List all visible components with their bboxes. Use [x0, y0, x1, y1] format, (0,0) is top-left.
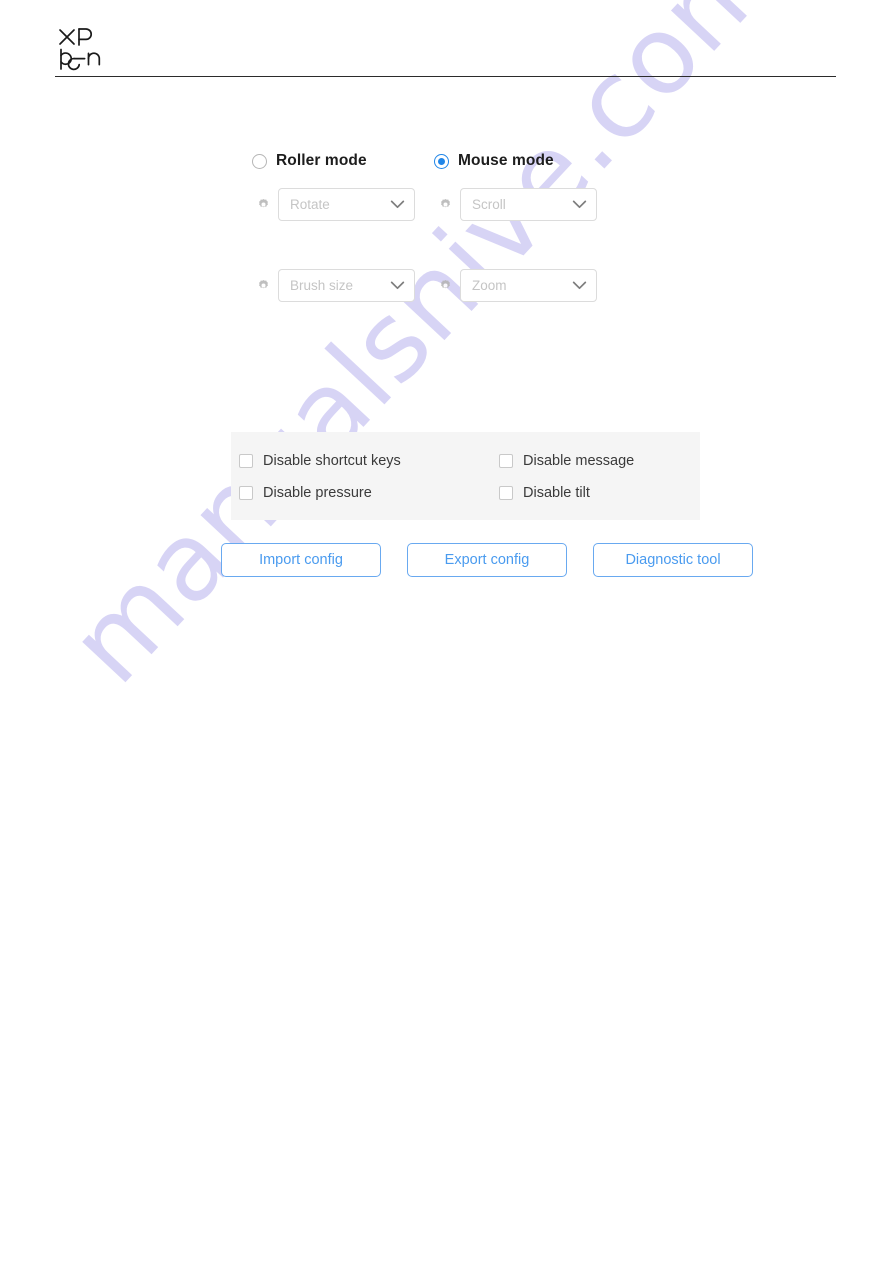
gear-icon — [439, 279, 452, 292]
select-roller-action-1[interactable]: Rotate — [278, 188, 415, 221]
checkbox-option-disable-shortcut-keys[interactable]: Disable shortcut keys — [239, 453, 401, 469]
export-config-button[interactable]: Export config — [407, 543, 567, 577]
select-roller-action-1-value: Rotate — [290, 197, 330, 212]
watermark-text: manualshive.com — [46, 0, 799, 708]
chevron-down-icon — [572, 200, 587, 209]
mouse-setting-row-1: Scroll — [439, 188, 597, 221]
gear-icon — [257, 198, 270, 211]
disable-options-panel: Disable shortcut keys Disable message Di… — [231, 432, 700, 520]
radio-option-mouse-mode[interactable]: Mouse mode — [434, 150, 694, 172]
header-divider — [55, 76, 836, 77]
checkbox-label-disable-shortcut-keys: Disable shortcut keys — [263, 453, 401, 469]
import-config-button[interactable]: Import config — [221, 543, 381, 577]
roller-setting-row-1: Rotate — [257, 188, 415, 221]
mouse-setting-row-2: Zoom — [439, 269, 597, 302]
mode-section: Roller mode Rotate Brush size Mouse mode… — [0, 150, 893, 310]
checkbox-label-disable-message: Disable message — [523, 453, 635, 469]
select-mouse-action-2[interactable]: Zoom — [460, 269, 597, 302]
xp-pen-logo — [58, 26, 118, 74]
select-roller-action-2[interactable]: Brush size — [278, 269, 415, 302]
mode-columns: Roller mode Rotate Brush size Mouse mode… — [0, 150, 893, 310]
radio-label-mouse-mode: Mouse mode — [458, 152, 554, 169]
gear-icon — [439, 198, 452, 211]
action-bar: Import config Export config Diagnostic t… — [221, 543, 753, 577]
mode-column-mouse: Mouse mode Scroll Zoom — [434, 150, 694, 302]
radio-checked-icon[interactable] — [434, 153, 449, 169]
checkbox-option-disable-message[interactable]: Disable message — [499, 453, 634, 469]
checkbox-unchecked-icon[interactable] — [499, 454, 513, 468]
chevron-down-icon — [572, 281, 587, 290]
checkbox-unchecked-icon[interactable] — [239, 486, 253, 500]
gear-icon — [257, 279, 270, 292]
select-roller-action-2-value: Brush size — [290, 278, 354, 293]
chevron-down-icon — [390, 200, 405, 209]
checkbox-unchecked-icon[interactable] — [499, 486, 513, 500]
checkbox-label-disable-pressure: Disable pressure — [263, 485, 372, 501]
checkbox-option-disable-tilt[interactable]: Disable tilt — [499, 485, 590, 501]
select-mouse-action-2-value: Zoom — [472, 278, 507, 293]
select-mouse-action-1[interactable]: Scroll — [460, 188, 597, 221]
checkbox-unchecked-icon[interactable] — [239, 454, 253, 468]
diagnostic-tool-button[interactable]: Diagnostic tool — [593, 543, 753, 577]
select-mouse-action-1-value: Scroll — [472, 197, 506, 212]
checkbox-option-disable-pressure[interactable]: Disable pressure — [239, 485, 372, 501]
roller-setting-row-2: Brush size — [257, 269, 415, 302]
radio-label-roller-mode: Roller mode — [276, 152, 367, 169]
page-header — [0, 0, 893, 90]
radio-unchecked-icon[interactable] — [252, 153, 267, 169]
disable-options-grid: Disable shortcut keys Disable message Di… — [231, 432, 700, 520]
checkbox-label-disable-tilt: Disable tilt — [523, 485, 590, 501]
chevron-down-icon — [390, 281, 405, 290]
